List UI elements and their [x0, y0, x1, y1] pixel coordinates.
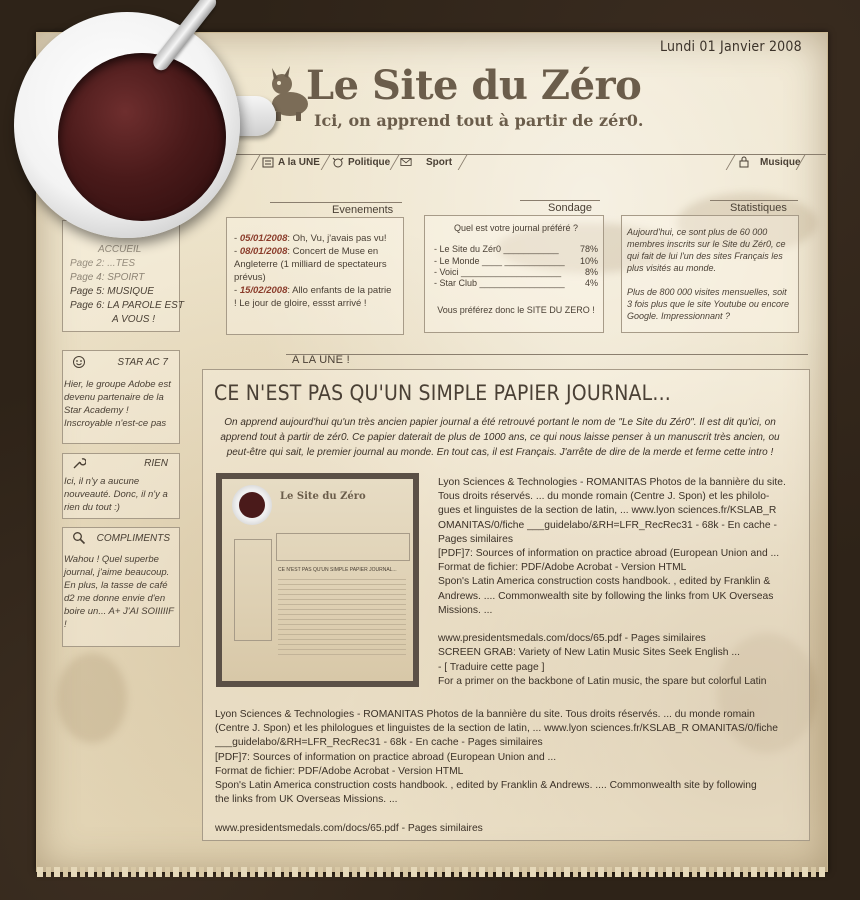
article-tab: A LA UNE ! — [292, 354, 351, 366]
text-line: the links from UK Overseas Missions. ... — [215, 794, 398, 806]
lock-icon — [739, 156, 749, 168]
sondage-question: Quel est votre journal préféré ? — [453, 223, 579, 233]
statistiques-content: Aujourd'hui, ce sont plus de 60 000 memb… — [627, 226, 793, 322]
cow-icon — [332, 157, 344, 168]
compliments-title: COMPLIMENTS — [96, 533, 170, 544]
article-title: CE N'EST PAS QU'UN SIMPLE PAPIER JOURNAL… — [214, 381, 671, 405]
text-line: For a primer on the backbone of Latin mu… — [438, 675, 767, 687]
sondage-tab-line — [520, 200, 600, 201]
thumbnail-headline: CE N'EST PAS QU'UN SIMPLE PAPIER JOURNAL… — [278, 567, 397, 573]
evenement-item: - 15/02/2008: Allo enfants de la patrie … — [234, 285, 392, 309]
sondage-conclusion: Vous préférez donc le SITE DU ZERO ! — [437, 305, 595, 316]
date-label: Lundi 01 Janvier 2008 — [660, 39, 802, 55]
article-thumbnail[interactable]: Le Site du Zéro CE N'EST PAS QU'UN SIMPL… — [216, 473, 419, 687]
thumbnail-sidebar — [234, 539, 272, 641]
evenement-item: - 05/01/2008: Oh, Vu, j'avais pas vu! — [234, 233, 387, 244]
translate-link[interactable]: - [ Traduire cette page ] — [438, 661, 793, 675]
sondage-content[interactable]: Quel est votre journal préféré ? - Le Si… — [434, 223, 598, 317]
article-intro: On apprend aujourd'hui qu'un très ancien… — [220, 417, 780, 458]
nav-item-politique[interactable]: Politique — [332, 156, 390, 168]
text-line: ___guidelabo/&RH=LFR_RecRec31 - 68k - En… — [215, 737, 543, 749]
text-line-blank — [438, 618, 793, 632]
article-tab-line — [286, 354, 808, 355]
thumbnail-text-lines — [278, 579, 406, 659]
nav-item-musique[interactable]: Musique — [738, 156, 801, 168]
sondage-option[interactable]: - Star Club _________________ 4% — [434, 278, 598, 289]
thumbnail-cup-icon — [232, 485, 272, 525]
smiley-icon — [73, 356, 85, 368]
statistiques-title: Statistiques — [730, 202, 787, 214]
nav-label: Musique — [760, 156, 801, 168]
text-line: Spon's Latin America construction costs … — [438, 576, 771, 588]
menu-item-page6-cont[interactable]: A VOUS ! — [112, 314, 155, 325]
evenements-title: Evenements — [332, 204, 394, 216]
nav-item-sport[interactable]: Sport — [400, 156, 452, 168]
search-icon — [73, 532, 86, 545]
article-last-link[interactable]: www.presidentsmedals.com/docs/65.pdf - P… — [215, 823, 483, 834]
statistiques-paragraph: Aujourd'hui, ce sont plus de 60 000 memb… — [627, 227, 786, 273]
nav-label: A la UNE — [278, 156, 320, 168]
nav-item-a-la-une[interactable]: A la UNE — [262, 156, 320, 168]
statistiques-paragraph: Plus de 800 000 visites mensuelles, soit… — [627, 287, 789, 321]
rien-text: Ici, il n'y a aucune nouveauté. Donc, il… — [64, 476, 168, 513]
site-slogan: Ici, on apprend tout à partir de zér0. — [314, 111, 644, 130]
text-line-link[interactable]: www.presidentsmedals.com/docs/65.pdf - P… — [438, 632, 793, 646]
envelope-icon — [400, 158, 412, 166]
text-line: gues et linguistes de la section de lati… — [438, 505, 777, 517]
text-line: [PDF]7: Sources of information on practi… — [215, 751, 557, 763]
text-line: [PDF]7: Sources of information on practi… — [438, 548, 780, 560]
thumbnail-paper: Le Site du Zéro CE N'EST PAS QU'UN SIMPL… — [222, 479, 413, 681]
article-bottom-text: Lyon Sciences & Technologies - ROMANITAS… — [215, 708, 795, 807]
newspaper-icon — [262, 157, 274, 168]
text-line: Lyon Sciences & Technologies - ROMANITAS… — [215, 709, 755, 720]
text-line: Lyon Sciences & Technologies - ROMANITAS… — [438, 477, 786, 488]
text-line: Format de fichier: PDF/Adobe Acrobat - V… — [438, 562, 687, 574]
text-line: Tous droits réservés. ... du monde romai… — [438, 491, 770, 503]
text-line: (Centre J. Spon) et les philologues et l… — [215, 723, 778, 735]
wrench-icon — [73, 458, 86, 469]
starac-text: Hier, le groupe Adobe est devenu partena… — [64, 379, 171, 429]
menu-item-page5[interactable]: Page 5: MUSIQUE — [70, 286, 154, 297]
sondage-title: Sondage — [548, 202, 593, 214]
text-line: Andrews. .... Commonwealth site by follo… — [438, 590, 774, 602]
article-right-column: Lyon Sciences & Technologies - ROMANITAS… — [438, 476, 793, 689]
sondage-option[interactable]: - Le Site du Zér0 ___________ 78% — [434, 244, 598, 255]
menu-item-page2[interactable]: Page 2: ...TES — [70, 258, 135, 269]
nav-label: Sport — [426, 156, 453, 168]
text-line: Format de fichier: PDF/Adobe Acrobat - V… — [215, 765, 464, 777]
starac-title: STAR AC 7 — [117, 357, 168, 368]
evenements-list: - 05/01/2008: Oh, Vu, j'avais pas vu! - … — [234, 232, 396, 310]
site-title[interactable]: Le Site du Zéro — [306, 62, 642, 109]
text-line: Pages similaires — [438, 533, 513, 545]
thumbnail-title: Le Site du Zéro — [280, 491, 366, 502]
sondage-option[interactable]: - Voici ____________________ 8% — [434, 267, 598, 278]
text-line: SCREEN GRAB: Variety of New Latin Music … — [438, 647, 740, 659]
menu-item-page6[interactable]: Page 6: LA PAROLE EST — [70, 300, 184, 311]
text-line: OMANITAS/0/fiche ___guidelabo/&RH=LFR_Re… — [438, 519, 777, 531]
menu-item-page4[interactable]: Page 4: SPOIRT — [70, 272, 144, 283]
statistiques-tab-line — [710, 200, 798, 201]
sondage-option[interactable]: - Le Monde ____ ____________ 10% — [434, 256, 598, 267]
coffee-cup-icon — [14, 12, 240, 238]
evenements-tab-line — [270, 202, 402, 203]
coffee-surface — [58, 53, 226, 221]
thumbnail-boxes — [276, 533, 410, 561]
evenement-item: - 08/01/2008: Concert de Muse en Anglete… — [234, 246, 387, 283]
rien-title: RIEN — [144, 458, 168, 469]
nav-label: Politique — [348, 156, 391, 168]
menu-item-accueil[interactable]: ACCUEIL — [98, 244, 141, 255]
compliments-text: Wahou ! Quel superbe journal, j'aime bea… — [64, 554, 174, 630]
text-line: Missions. ... — [438, 604, 493, 616]
text-line: Spon's Latin America construction costs … — [215, 780, 757, 792]
